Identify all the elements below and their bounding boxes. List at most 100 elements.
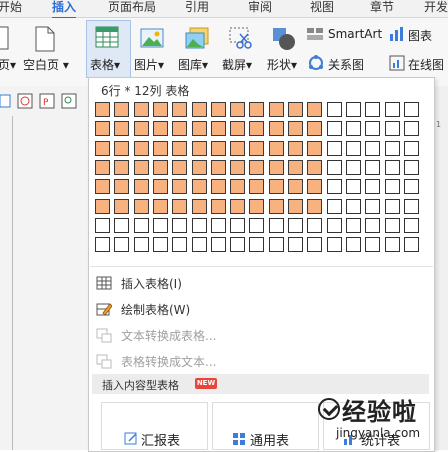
- tab-review[interactable]: 审阅: [248, 0, 272, 17]
- grid-cell[interactable]: [192, 102, 207, 117]
- grid-cell[interactable]: [153, 237, 168, 252]
- grid-cell[interactable]: [385, 102, 400, 117]
- grid-cell[interactable]: [346, 160, 361, 175]
- grid-cell[interactable]: [134, 102, 149, 117]
- grid-cell[interactable]: [211, 160, 226, 175]
- grid-cell[interactable]: [249, 160, 264, 175]
- grid-cell[interactable]: [404, 179, 419, 194]
- grid-cell[interactable]: [153, 199, 168, 214]
- grid-cell[interactable]: [385, 121, 400, 136]
- grid-cell[interactable]: [365, 199, 380, 214]
- grid-cell[interactable]: [192, 199, 207, 214]
- grid-cell[interactable]: [134, 160, 149, 175]
- grid-cell[interactable]: [230, 199, 245, 214]
- grid-cell[interactable]: [134, 121, 149, 136]
- grid-cell[interactable]: [307, 102, 322, 117]
- grid-cell[interactable]: [192, 121, 207, 136]
- grid-cell[interactable]: [172, 121, 187, 136]
- grid-cell[interactable]: [249, 199, 264, 214]
- grid-cell[interactable]: [211, 102, 226, 117]
- grid-cell[interactable]: [192, 179, 207, 194]
- grid-cell[interactable]: [288, 199, 303, 214]
- grid-cell[interactable]: [269, 160, 284, 175]
- grid-cell[interactable]: [365, 218, 380, 233]
- grid-cell[interactable]: [230, 160, 245, 175]
- grid-cell[interactable]: [172, 218, 187, 233]
- grid-cell[interactable]: [211, 141, 226, 156]
- grid-cell[interactable]: [307, 179, 322, 194]
- general-table-card[interactable]: 通用表: [212, 402, 319, 450]
- grid-cell[interactable]: [269, 102, 284, 117]
- grid-cell[interactable]: [211, 199, 226, 214]
- grid-cell[interactable]: [114, 237, 129, 252]
- grid-cell[interactable]: [114, 102, 129, 117]
- tab-developer[interactable]: 开发: [424, 0, 448, 17]
- grid-cell[interactable]: [230, 141, 245, 156]
- grid-cell[interactable]: [307, 141, 322, 156]
- grid-cell[interactable]: [269, 218, 284, 233]
- blank-page-button[interactable]: 空白页 ▾: [23, 56, 69, 73]
- grid-cell[interactable]: [172, 160, 187, 175]
- grid-cell[interactable]: [385, 218, 400, 233]
- grid-cell[interactable]: [307, 237, 322, 252]
- grid-cell[interactable]: [327, 121, 342, 136]
- grid-cell[interactable]: [307, 199, 322, 214]
- grid-cell[interactable]: [249, 121, 264, 136]
- grid-cell[interactable]: [307, 160, 322, 175]
- chart-button[interactable]: 图表: [408, 27, 432, 44]
- grid-cell[interactable]: [288, 218, 303, 233]
- grid-cell[interactable]: [365, 237, 380, 252]
- grid-cell[interactable]: [346, 218, 361, 233]
- grid-cell[interactable]: [249, 179, 264, 194]
- grid-cell[interactable]: [288, 102, 303, 117]
- grid-cell[interactable]: [114, 160, 129, 175]
- grid-cell[interactable]: [153, 160, 168, 175]
- grid-cell[interactable]: [346, 141, 361, 156]
- grid-cell[interactable]: [192, 160, 207, 175]
- grid-cell[interactable]: [134, 179, 149, 194]
- grid-cell[interactable]: [134, 218, 149, 233]
- tab-insert[interactable]: 插入: [52, 0, 77, 19]
- table-to-text-item[interactable]: 表格转换成文本...: [89, 349, 432, 373]
- grid-cell[interactable]: [346, 121, 361, 136]
- grid-cell[interactable]: [327, 199, 342, 214]
- grid-cell[interactable]: [114, 121, 129, 136]
- tab-view[interactable]: 视图: [310, 0, 334, 17]
- tab-page-layout[interactable]: 页面布局: [108, 0, 156, 17]
- grid-cell[interactable]: [249, 218, 264, 233]
- grid-cell[interactable]: [192, 141, 207, 156]
- grid-cell[interactable]: [95, 199, 110, 214]
- grid-cell[interactable]: [365, 141, 380, 156]
- grid-cell[interactable]: [327, 141, 342, 156]
- grid-cell[interactable]: [365, 102, 380, 117]
- grid-cell[interactable]: [172, 199, 187, 214]
- page-button[interactable]: 页▾: [0, 56, 16, 73]
- grid-cell[interactable]: [230, 121, 245, 136]
- grid-cell[interactable]: [95, 160, 110, 175]
- tab-chapter[interactable]: 章节: [370, 0, 394, 17]
- grid-cell[interactable]: [365, 121, 380, 136]
- grid-cell[interactable]: [385, 160, 400, 175]
- grid-cell[interactable]: [385, 199, 400, 214]
- grid-cell[interactable]: [327, 218, 342, 233]
- grid-cell[interactable]: [95, 218, 110, 233]
- grid-cell[interactable]: [288, 160, 303, 175]
- grid-cell[interactable]: [404, 199, 419, 214]
- grid-cell[interactable]: [95, 237, 110, 252]
- text-to-table-item[interactable]: 文本转换成表格...: [89, 323, 432, 347]
- report-table-card[interactable]: 汇报表: [101, 402, 208, 450]
- grid-cell[interactable]: [269, 199, 284, 214]
- grid-cell[interactable]: [153, 121, 168, 136]
- grid-cell[interactable]: [327, 179, 342, 194]
- tab-references[interactable]: 引用: [185, 0, 209, 17]
- shape-button[interactable]: 形状▾: [267, 56, 297, 73]
- grid-cell[interactable]: [288, 179, 303, 194]
- grid-cell[interactable]: [385, 179, 400, 194]
- grid-cell[interactable]: [327, 237, 342, 252]
- grid-cell[interactable]: [346, 102, 361, 117]
- grid-cell[interactable]: [192, 218, 207, 233]
- grid-cell[interactable]: [404, 218, 419, 233]
- grid-cell[interactable]: [307, 121, 322, 136]
- grid-cell[interactable]: [211, 179, 226, 194]
- grid-cell[interactable]: [153, 102, 168, 117]
